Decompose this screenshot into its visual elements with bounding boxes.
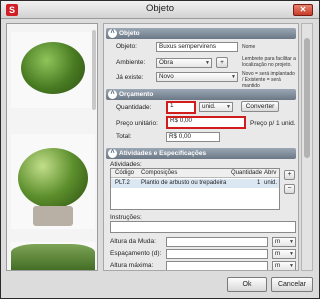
preco-unitario-field[interactable]: R$ 0,00 [166, 116, 246, 129]
altura-maxima-unit-select[interactable]: m ▼ [272, 261, 296, 270]
ambiente-value: Obra [159, 59, 173, 66]
altura-maxima-label: Altura máxima: [110, 262, 154, 269]
unit-value: m [275, 250, 281, 257]
plant-photo-3[interactable] [11, 242, 95, 270]
chevron-down-icon: ▼ [289, 263, 294, 269]
close-button[interactable]: ✕ [293, 4, 313, 16]
quantidade-field[interactable]: 1 [166, 101, 196, 114]
unidade-value: unid. [202, 103, 216, 110]
instrucoes-label: Instruções: [110, 214, 142, 221]
collapse-icon[interactable]: ˄ [108, 149, 117, 158]
scrollbar-thumb[interactable] [304, 38, 310, 158]
unit-value: m [275, 262, 281, 269]
object-dialog: S Objeto ✕ ˄ Objeto Objeto: Buxus semper… [0, 0, 320, 299]
column-quantidade[interactable]: Quantidade [231, 169, 263, 178]
chevron-down-icon: ▼ [205, 60, 210, 66]
unit-value: m [275, 238, 281, 245]
espacamento-unit-select[interactable]: m ▼ [272, 249, 296, 259]
table-row[interactable]: PLT.2 Plantio de arbusto ou trepadeira 1… [111, 179, 279, 188]
section-atividades-header[interactable]: ˄ Atividades e Especificações [106, 148, 296, 159]
section-orcamento-header[interactable]: ˄ Orçamento [106, 89, 296, 100]
ja-existe-note: Novo = será implantado / Existente = ser… [242, 71, 295, 89]
chevron-down-icon: ▼ [231, 74, 236, 80]
form-panel: ˄ Objeto Objeto: Buxus sempervirens Nome… [103, 23, 299, 271]
table-header: Código Composições Quantidade Abrv [111, 169, 279, 178]
hedge-image [11, 244, 95, 270]
cancelar-button[interactable]: Cancelar [271, 277, 313, 292]
column-codigo[interactable]: Código [115, 169, 139, 178]
topiary-image [18, 148, 88, 208]
cell-quantidade: 1 [257, 180, 261, 186]
shrub-image [21, 42, 85, 94]
section-atividades-title: Atividades e Especificações [119, 150, 207, 157]
plant-image-gallery[interactable] [6, 23, 98, 271]
add-atividade-button[interactable]: + [284, 170, 295, 180]
altura-muda-label: Altura da Muda: [110, 238, 156, 245]
atividades-label: Atividades: [110, 161, 142, 168]
section-orcamento-title: Orçamento [119, 91, 154, 98]
preco-unitario-label: Preço unitário: [116, 120, 158, 127]
chevron-down-icon: ▼ [289, 251, 294, 257]
unidade-select[interactable]: unid. ▼ [199, 102, 233, 112]
objeto-note: Nome [242, 44, 256, 50]
objeto-label: Objeto: [116, 43, 137, 50]
ok-button[interactable]: Ok [227, 277, 267, 292]
espacamento-label: Espaçamento (d): [110, 250, 162, 257]
title-bar: S Objeto ✕ [1, 1, 319, 19]
ja-existe-label: Já existe: [116, 74, 144, 81]
collapse-icon[interactable]: ˄ [108, 29, 117, 38]
ambiente-note: Lembrete para facilitar a localização no… [242, 56, 296, 68]
altura-muda-unit-select[interactable]: m ▼ [272, 237, 296, 247]
section-objeto-header[interactable]: ˄ Objeto [106, 28, 296, 39]
cell-codigo: PLT.2 [115, 180, 130, 186]
collapse-icon[interactable]: ˄ [108, 90, 117, 99]
window-title: Objeto [146, 3, 174, 14]
chevron-down-icon: ▼ [226, 104, 231, 110]
objeto-field[interactable]: Buxus sempervirens [156, 42, 238, 52]
form-scrollbar[interactable] [301, 23, 313, 271]
column-composicoes[interactable]: Composições [141, 169, 229, 178]
pot-image [33, 206, 73, 226]
ja-existe-select[interactable]: Novo ▼ [156, 72, 238, 82]
gallery-scrollbar[interactable] [92, 30, 96, 110]
converter-button[interactable]: Converter [241, 101, 279, 112]
column-abrv[interactable]: Abrv [264, 169, 279, 178]
remove-atividade-button[interactable]: − [284, 184, 295, 194]
plant-photo-2[interactable] [11, 134, 95, 229]
preco-note: Preço p/ 1 unid. [250, 120, 296, 127]
cell-abrv: unid. [264, 180, 278, 186]
total-field: R$ 0,00 [166, 132, 220, 142]
instrucoes-field[interactable] [110, 221, 296, 233]
atividades-table[interactable]: Código Composições Quantidade Abrv PLT.2… [110, 168, 280, 210]
cell-composicao: Plantio de arbusto ou trepadeira [141, 180, 227, 186]
altura-maxima-field[interactable] [166, 261, 268, 270]
total-label: Total: [116, 133, 132, 140]
chevron-down-icon: ▼ [289, 239, 294, 245]
altura-muda-field[interactable] [166, 237, 268, 247]
section-objeto-title: Objeto [119, 30, 140, 37]
ja-existe-value: Novo [159, 73, 174, 80]
espacamento-field[interactable] [166, 249, 268, 259]
quantidade-label: Quantidade: [116, 104, 152, 111]
ambiente-label: Ambiente: [116, 59, 146, 66]
ambiente-select[interactable]: Obra ▼ [156, 58, 212, 68]
add-ambiente-button[interactable]: + [216, 57, 228, 68]
plant-photo-1[interactable] [11, 32, 95, 108]
